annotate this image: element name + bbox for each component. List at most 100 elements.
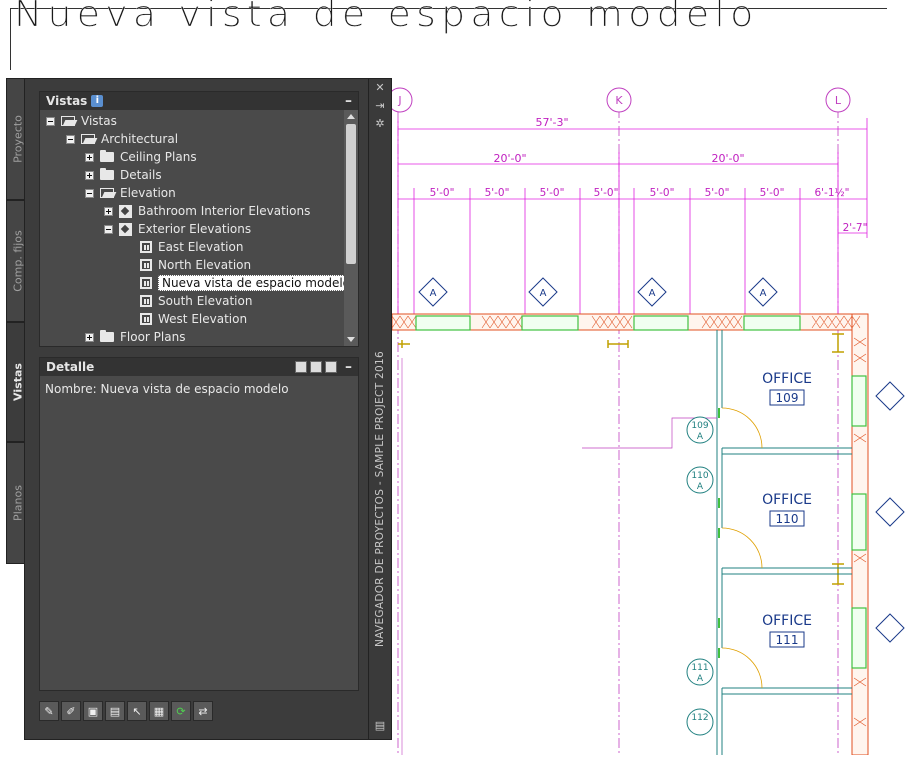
drawing-canvas[interactable]: J K L 57'-3" 20'-0" 20'-0" 5'-0" 5'-0" 5… [387,78,907,756]
side-tabs: Proyecto Comp. fijos Vistas Planos [6,78,28,564]
tree-item-label: West Elevation [158,312,248,326]
tree-item-label: Bathroom Interior Elevations [138,204,311,218]
dimension-label: 20'-0" [711,152,744,165]
grid-bubble-label: J [397,94,401,107]
folder-closed-icon [100,150,114,162]
door-tag-type: A [697,482,704,492]
tree-item-north-elevation[interactable]: North Elevation [140,256,251,274]
folder-open-icon [100,188,114,198]
dimension-label: 5'-0" [594,187,619,199]
refresh-icon[interactable]: ⟳ [171,701,191,721]
expand-node-icon[interactable] [104,206,113,216]
expand-node-icon[interactable] [85,332,94,342]
detail-panel: Detalle – Nombre: Nueva vista de espacio… [39,357,359,691]
grid-bubble-label: K [615,94,623,107]
expand-node-icon[interactable] [85,152,94,162]
folder-closed-icon [100,168,114,180]
model-view-icon [140,277,152,289]
collapse-icon[interactable]: – [345,94,352,108]
tree-item-architectural[interactable]: Architectural [66,130,178,148]
scroll-up-icon[interactable] [347,114,355,119]
folder-open-icon [61,116,75,126]
layout-icon[interactable]: ▦ [149,701,169,721]
room-name: OFFICE [762,371,812,387]
tree-item-west-elevation[interactable]: West Elevation [140,310,247,328]
tree-view-icon[interactable] [295,361,307,373]
clipboard-icon[interactable]: ▤ [105,701,125,721]
dimension-label: 5'-0" [760,187,785,199]
tab-label: Proyecto [11,115,24,163]
window-tag: A [649,288,656,299]
info-icon[interactable]: i [91,95,104,107]
close-icon[interactable]: ✕ [374,81,386,94]
tree-item-exterior-elevations[interactable]: Exterior Elevations [104,220,251,238]
tree-scrollbar[interactable] [344,110,358,346]
scroll-thumb[interactable] [346,124,356,264]
tree-item-floor-plans[interactable]: Floor Plans [85,328,185,346]
grid-bubble-j [387,87,413,113]
palette-title-strip[interactable]: ✕ ⇥ ✲ NAVEGADOR DE PROYECTOS - SAMPLE PR… [368,79,391,739]
tree-item-label: Elevation [120,186,176,200]
tree-item-vistas[interactable]: Vistas [46,112,117,130]
repath-icon[interactable]: ⇄ [193,701,213,721]
tree-item-south-elevation[interactable]: South Elevation [140,292,252,310]
tree-item-label-selected: Nueva vista de espacio modelo [158,275,344,291]
tree-item-nueva-vista[interactable]: Nueva vista de espacio modelo [140,274,344,292]
model-view-icon [140,295,152,307]
drawing-title: Nueva vista de espacio modelo [14,0,759,35]
tree-item-bathroom-interior-elevations[interactable]: Bathroom Interior Elevations [104,202,310,220]
window-tag: A [430,288,437,299]
views-panel-header: Vistas i – [40,92,358,110]
collapse-node-icon[interactable] [46,116,55,126]
title-area: Nueva vista de espacio modelo [0,0,907,75]
dimension-label: 5'-0" [430,187,455,199]
tree-item-label: Architectural [101,132,179,146]
elevation-view-icon [119,204,132,218]
tree-item-details[interactable]: Details [85,166,162,184]
views-tree[interactable]: Vistas Architectural Ceiling Plans Detai… [40,110,344,346]
dimension-label: 5'-0" [540,187,565,199]
collapse-node-icon[interactable] [104,224,113,234]
door-tag-type: A [697,674,704,684]
door-tag-number: 111 [691,663,708,673]
elevation-view-icon [119,222,132,236]
cursor-icon[interactable]: ↖ [127,701,147,721]
detail-panel-header: Detalle – [40,358,358,376]
door-tag-number: 112 [691,713,708,723]
menu-icon[interactable]: ▤ [374,719,386,732]
tab-label: Planos [11,485,24,521]
room-number: 110 [776,512,799,526]
edit-view-icon[interactable]: ✐ [61,701,81,721]
collapse-node-icon[interactable] [66,134,75,144]
title-frame-vline [10,8,11,70]
dimension-label: 20'-0" [493,152,526,165]
properties-icon[interactable]: ✲ [374,117,386,130]
image-view-icon[interactable]: ▣ [83,701,103,721]
dimension-label: 2'-7" [843,222,868,234]
expand-node-icon[interactable] [85,170,94,180]
tree-item-east-elevation[interactable]: East Elevation [140,238,243,256]
autohide-icon[interactable]: ⇥ [374,99,386,112]
views-panel-title: Vistas [46,94,88,108]
tab-label: Comp. fijos [11,230,24,292]
tree-item-label: Vistas [81,114,117,128]
tree-item-label: Floor Plans [120,330,186,344]
tree-item-ceiling-plans[interactable]: Ceiling Plans [85,148,197,166]
new-view-icon[interactable]: ✎ [39,701,59,721]
room-name: OFFICE [762,613,812,629]
room-number: 109 [776,391,799,405]
dimension-label: 6'-1½" [814,187,849,199]
scroll-down-icon[interactable] [347,337,355,342]
preview-icon[interactable] [325,361,337,373]
tree-item-elevation[interactable]: Elevation [85,184,176,202]
dimension-label: 5'-0" [485,187,510,199]
detail-panel-title: Detalle [46,360,95,374]
folder-open-icon [81,134,95,144]
detail-name-text: Nombre: Nueva vista de espacio modelo [45,382,289,396]
list-view-icon[interactable] [310,361,322,373]
dimension-label: 5'-0" [650,187,675,199]
collapse-icon[interactable]: – [345,360,352,374]
model-view-icon [140,313,152,325]
navigator-toolbar: ✎ ✐ ▣ ▤ ↖ ▦ ⟳ ⇄ [39,701,213,723]
collapse-node-icon[interactable] [85,188,94,198]
